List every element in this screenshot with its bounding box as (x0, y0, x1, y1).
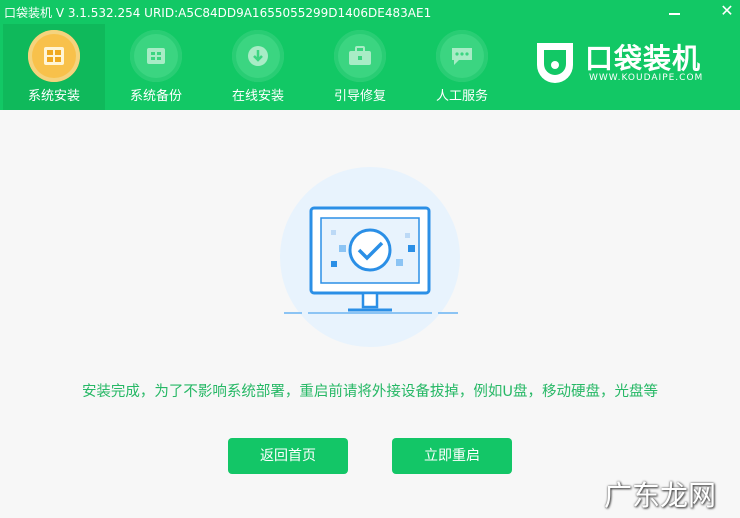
toolbox-icon (334, 30, 386, 82)
nav-label: 引导修复 (333, 89, 386, 104)
nav-item-system-install[interactable]: 系统安装 (3, 24, 105, 110)
window-title: 口袋装机 V 3.1.532.254 URID:A5C84DD9A1655055… (4, 6, 432, 20)
title-bar: 口袋装机 V 3.1.532.254 URID:A5C84DD9A1655055… (0, 0, 740, 22)
nav-label: 系统安装 (27, 89, 80, 104)
nav-item-online-install[interactable]: 在线安装 (207, 24, 309, 110)
checkmark-icon (348, 228, 392, 272)
brand: 口袋装机 WWW.KOUDAIPE.COM (533, 35, 733, 90)
nav-label: 系统备份 (129, 89, 182, 104)
nav-label: 人工服务 (435, 89, 488, 104)
close-button[interactable]: ✕ (716, 2, 738, 20)
watermark: 广东龙网 (604, 479, 717, 512)
brand-logo-icon (537, 43, 573, 83)
nav-item-system-backup[interactable]: 系统备份 (105, 24, 207, 110)
install-complete-illustration (280, 167, 460, 347)
return-home-button[interactable]: 返回首页 (228, 438, 348, 474)
brand-url: WWW.KOUDAIPE.COM (589, 73, 704, 83)
restart-now-button[interactable]: 立即重启 (392, 438, 512, 474)
app-header: 口袋装机 V 3.1.532.254 URID:A5C84DD9A1655055… (0, 0, 740, 110)
install-complete-message: 安装完成，为了不影响系统部署，重启前请将外接设备拔掉，例如U盘，移动硬盘，光盘等 (81, 384, 659, 400)
backup-icon (130, 30, 182, 82)
minimize-button[interactable] (664, 2, 686, 20)
windows-install-icon (28, 30, 80, 82)
nav-item-boot-repair[interactable]: 引导修复 (309, 24, 411, 110)
chat-icon (436, 30, 488, 82)
brand-name: 口袋装机 (585, 42, 702, 75)
nav-item-human-service[interactable]: 人工服务 (411, 24, 513, 110)
download-icon (232, 30, 284, 82)
nav-label: 在线安装 (231, 89, 284, 104)
